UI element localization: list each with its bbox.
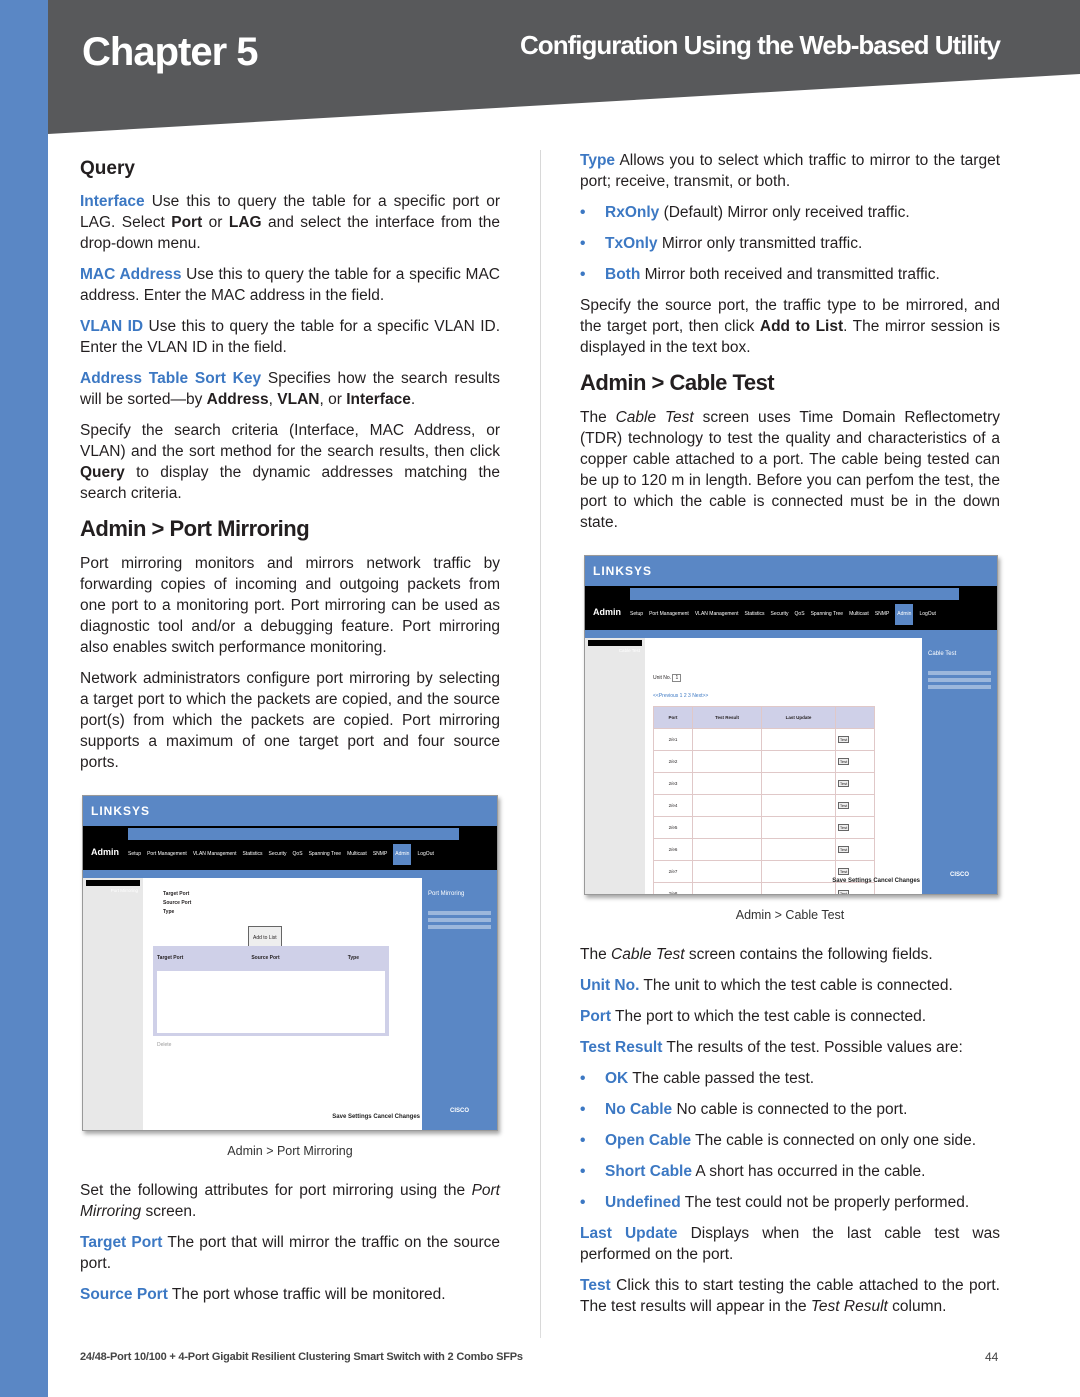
right-column: Type Allows you to select which traffic …	[580, 150, 1000, 1327]
admin-label: Admin	[91, 847, 119, 857]
chapter-title: Chapter 5	[82, 30, 258, 74]
cable-test-row: 2/e1 Test	[653, 728, 876, 751]
specify-source-paragraph: Specify the source port, the traffic typ…	[580, 297, 1000, 356]
footer-divider	[540, 1330, 541, 1338]
term-mac-address: MAC Address	[80, 266, 182, 283]
interface-definition: Interface Use this to query the table fo…	[80, 193, 501, 252]
test-button: Test	[837, 736, 850, 743]
mirroring-paragraph-2: Network administrators configure port mi…	[80, 670, 500, 771]
page-number: 44	[985, 1350, 999, 1364]
column-divider	[540, 150, 541, 1330]
vlan-definition: VLAN ID Use this to query the table for …	[80, 318, 501, 356]
bullet-short-cable: • Short Cable A short has occurred in the…	[580, 1163, 926, 1180]
bullet-ok: • OK The cable passed the test.	[580, 1070, 815, 1087]
cable-test-caption: Admin > Cable Test	[735, 908, 845, 922]
screenshot-side-item: Cable Test	[588, 640, 642, 653]
cable-test-row: 2/e3 Test	[653, 772, 876, 795]
cable-test-heading: Admin > Cable Test	[580, 370, 775, 395]
mirroring-paragraph-1: Port mirroring monitors and mirrors netw…	[80, 555, 500, 656]
linksys-logo: LINKSYS	[91, 804, 151, 818]
specify-paragraph: Specify the search criteria (Interface, …	[80, 422, 500, 502]
sortkey-definition: Address Table Sort Key Specifies how the…	[80, 370, 500, 408]
test-result-definition: Test Result The results of the test. Pos…	[580, 1039, 963, 1056]
section-title: Configuration Using the Web-based Utilit…	[520, 30, 1001, 60]
test-button: Test	[837, 780, 850, 787]
term-interface: Interface	[80, 193, 145, 210]
screenshot-nav: Setup Port Management VLAN Management Stati…	[630, 604, 936, 625]
target-port-definition: Target Port The port that will mirror th…	[80, 1234, 500, 1272]
term-target-port: Target Port	[80, 1234, 163, 1251]
type-definition: Type Allows you to select which traffic …	[580, 152, 1000, 190]
bullet-rxonly: • RxOnly (Default) Mirror only received t…	[580, 204, 910, 221]
term-vlan-id: VLAN ID	[80, 318, 144, 335]
port-mirroring-heading: Admin > Port Mirroring	[80, 516, 310, 541]
admin-label: Admin	[593, 607, 621, 617]
footer-product: 24/48-Port 10/100 + 4-Port Gigabit Resil…	[80, 1351, 523, 1363]
cable-test-screenshot: LINKSYS Admin Setup Port Management VLAN M…	[584, 555, 998, 895]
term-sort-key: Address Table Sort Key	[80, 370, 262, 387]
left-accent-bar	[0, 0, 48, 1397]
linksys-logo: LINKSYS	[593, 564, 653, 578]
cable-test-row: 2/e5 Test	[653, 816, 876, 839]
query-heading: Query	[80, 158, 135, 179]
model-bar	[128, 828, 459, 840]
bullet-no-cable: • No Cable No cable is connected to the p…	[580, 1101, 908, 1118]
term-type: Type	[580, 152, 616, 169]
test-button: Test	[837, 802, 850, 809]
source-port-definition: Source Port The port whose traffic will …	[80, 1286, 446, 1303]
cable-test-row: 2/e6 Test	[653, 838, 876, 861]
cable-test-row: 2/e4 Test	[653, 794, 876, 817]
test-button: Test	[837, 758, 850, 765]
last-update-definition: Last Update Displays when the last cable…	[580, 1225, 1000, 1263]
screenshot-nav: Setup Port Management VLAN Management Stati…	[128, 844, 434, 865]
unit-no-definition: Unit No. The unit to which the test cabl…	[580, 977, 953, 994]
screenshot-side-item: Port Mirroring	[86, 880, 140, 893]
port-mirroring-caption: Admin > Port Mirroring	[227, 1144, 353, 1158]
test-definition: Test Click this to start testing the cab…	[580, 1277, 1000, 1315]
left-column: Query Interface Use this to query the ta…	[80, 150, 500, 1315]
test-button: Test	[837, 846, 850, 853]
bullet-open-cable: • Open Cable The cable is connected on on…	[580, 1132, 977, 1149]
mac-definition: MAC Address Use this to query the table …	[80, 266, 500, 304]
bullet-txonly: • TxOnly Mirror only transmitted traffic.	[580, 235, 863, 252]
cable-test-intro: The Cable Test screen uses Time Domain R…	[580, 409, 1000, 531]
set-attributes-paragraph: Set the following attributes for port mi…	[80, 1182, 500, 1220]
fields-intro: The Cable Test screen contains the follo…	[580, 946, 933, 963]
cable-test-row: 2/e2 Test	[653, 750, 876, 773]
port-mirroring-screenshot: LINKSYS Admin Setup Port Management VLAN M…	[82, 795, 498, 1131]
bullet-both: • Both Mirror both received and transmitt…	[580, 266, 940, 283]
bullet-undefined: • Undefined The test could not be properl…	[580, 1194, 970, 1211]
cable-test-table: Port Test Result Last Update 2/e1 Test 2/e2 T…	[653, 706, 876, 894]
test-button: Test	[837, 824, 850, 831]
port-definition: Port The port to which the test cable is…	[580, 1008, 927, 1025]
term-source-port: Source Port	[80, 1286, 168, 1303]
model-bar	[630, 588, 959, 600]
